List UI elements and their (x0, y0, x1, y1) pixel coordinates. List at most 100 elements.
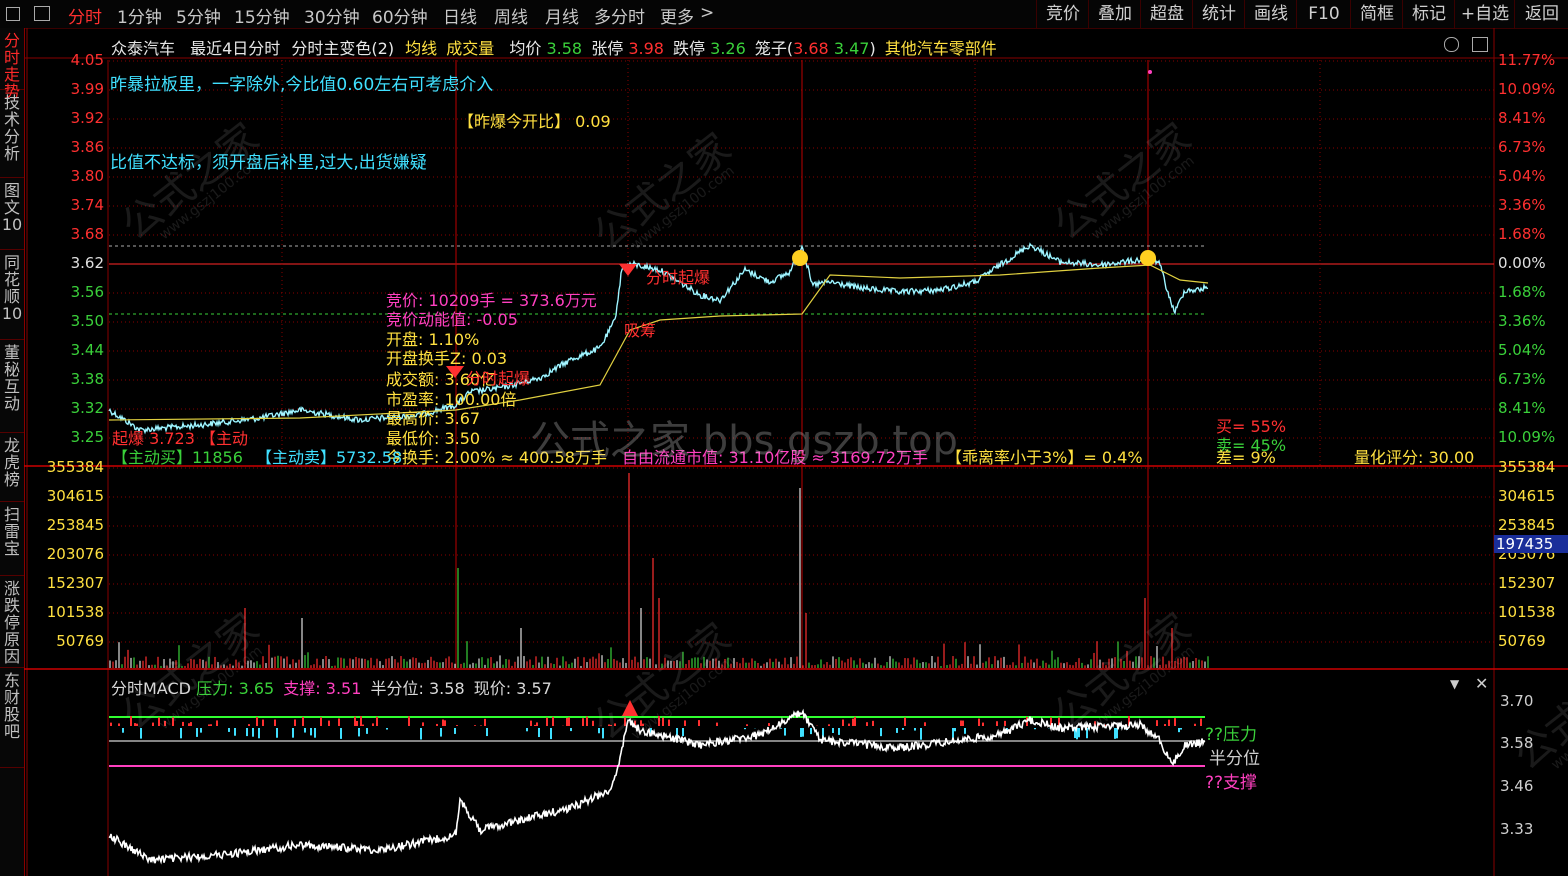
volume-tick-left: 50769 (56, 632, 104, 650)
sidebar-item-2[interactable]: 图文10 (0, 178, 24, 250)
toolbar-button-4[interactable]: 画线 (1244, 0, 1297, 28)
percent-tick-right: 3.36% (1498, 196, 1546, 214)
toolbar-button-0[interactable]: 竞价 (1036, 0, 1089, 28)
annotation-line-1: 昨暴拉板里，一字除外,今比值0.60左右可考虑介入 (110, 75, 494, 95)
dropdown-icon[interactable]: ▼ (1450, 677, 1459, 691)
sidebar-item-7[interactable]: 涨跌停原因 (0, 576, 24, 668)
ratio-value: 0.09 (575, 112, 611, 131)
tab-period-6[interactable]: 日线 (443, 3, 477, 28)
layout-toggle-icon[interactable] (6, 7, 20, 21)
limit-up-mark-2: 分时起爆 (646, 268, 711, 287)
header-row: 众泰汽车 最近4日分时 分时主变色(2) 均线 成交量 均价 3.58 张停 3… (111, 35, 997, 59)
window-icon[interactable] (34, 6, 50, 21)
macd-tick-right: 3.46 (1500, 777, 1534, 795)
toolbar-button-2[interactable]: 超盘 (1140, 0, 1193, 28)
sidebar-item-1[interactable]: 技术分析 (0, 90, 24, 178)
tab-period-2[interactable]: 5分钟 (176, 3, 221, 28)
more-chevron-icon[interactable]: > (700, 3, 714, 23)
price-tick-left: 3.99 (70, 80, 104, 98)
volume-tick-left: 101538 (46, 603, 104, 621)
volume-label: 成交量 (446, 39, 495, 58)
toolbar-button-7[interactable]: 标记 (1402, 0, 1455, 28)
tab-period-1[interactable]: 1分钟 (117, 3, 162, 28)
tag-support: ??支撑 (1205, 773, 1258, 793)
volume-tick-left: 355384 (46, 458, 104, 476)
support-label: 支撑: (283, 679, 321, 698)
score-row: 量化评分: 30.00 (1354, 444, 1474, 468)
cage-low: 3.47 (833, 39, 870, 58)
tag-pressure: ??压力 (1205, 725, 1258, 745)
diff-ratio: 差= 9% (1216, 448, 1276, 467)
percent-tick-right: 6.73% (1498, 370, 1546, 388)
percent-tick-right: 1.68% (1498, 283, 1546, 301)
pin-icon[interactable] (1444, 37, 1459, 52)
stock-name[interactable]: 众泰汽车 (111, 39, 175, 58)
price-tick-left: 3.74 (70, 196, 104, 214)
limit-down-value: 3.26 (710, 39, 746, 58)
toolbar-button-6[interactable]: 简框 (1350, 0, 1403, 28)
price-tick-left: 3.32 (70, 399, 104, 417)
volume-tick-right: 50769 (1498, 632, 1546, 650)
macd-tick-right: 3.70 (1500, 692, 1534, 710)
tag-half: 半分位 (1209, 749, 1260, 769)
sidebar-item-5[interactable]: 龙虎榜 (0, 433, 24, 502)
average-price-line (108, 264, 1209, 421)
volume-tick-left: 253845 (46, 516, 104, 534)
period-label: 最近4日分时 (190, 39, 281, 58)
sidebar-item-0[interactable]: 分时走势 (0, 28, 24, 100)
tab-period-3[interactable]: 15分钟 (234, 3, 290, 28)
tab-period-8[interactable]: 月线 (545, 3, 579, 28)
limit-up-value: 3.98 (628, 39, 664, 58)
tab-period-7[interactable]: 周线 (494, 3, 528, 28)
indicator-label[interactable]: 分时主变色(2) (291, 39, 394, 58)
current-volume-badge: 197435 (1494, 535, 1568, 553)
half-value: 3.58 (429, 679, 465, 698)
price-tick-left: 3.56 (70, 283, 104, 301)
deviation-info: 【乖离率小于3%】= 0.4% (946, 448, 1143, 467)
price-tick-left: 3.62 (70, 254, 104, 272)
sector-label[interactable]: 其他汽车零部件 (885, 39, 997, 58)
limit-up-mark-1: 分时起爆 (466, 369, 531, 388)
suck-mark: 吸筹 (624, 321, 657, 340)
smiley-marker (792, 250, 808, 266)
percent-tick-right: 0.00% (1498, 254, 1546, 272)
sidebar-item-3[interactable]: 同花顺10 (0, 250, 24, 340)
tab-period-5[interactable]: 60分钟 (372, 3, 428, 28)
toolbar-button-3[interactable]: 统计 (1192, 0, 1245, 28)
tab-period-9[interactable]: 多分时 (594, 3, 645, 28)
pressure-value: 3.65 (238, 679, 275, 698)
ratio-label: 【昨爆今开比】 (458, 112, 571, 131)
tab-period-10[interactable]: 更多 (660, 3, 694, 28)
percent-tick-right: 3.36% (1498, 312, 1546, 330)
score-label: 量化评分: (1354, 448, 1424, 467)
volume-tick-right: 101538 (1498, 603, 1556, 621)
toolbar-button-1[interactable]: 叠加 (1088, 0, 1141, 28)
tab-period-4[interactable]: 30分钟 (304, 3, 360, 28)
limit-up-label: 张停 (591, 39, 624, 58)
macd-tick-right: 3.33 (1500, 820, 1534, 838)
half-label: 半分位: (370, 679, 424, 698)
percent-tick-right: 8.41% (1498, 109, 1546, 127)
tab-intraday[interactable]: 分时 (68, 3, 102, 28)
maximize-icon[interactable] (1472, 37, 1488, 52)
toolbar-button-8[interactable]: +自选 (1454, 0, 1515, 28)
price-tick-left: 3.86 (70, 138, 104, 156)
cage-label: 笼子( (754, 39, 794, 58)
limit-up-marker (619, 264, 637, 276)
cage-close: ) (869, 39, 876, 58)
active-sell-info: 【主动卖】5732.58 (256, 448, 403, 467)
price-tick-left: 3.68 (70, 225, 104, 243)
left-sidebar: 分时走势 技术分析 图文10 同花顺10 董秘互动 龙虎榜 扫雷宝 涨跌停原因 东财股吧 (0, 28, 25, 876)
price-tick-left: 3.50 (70, 312, 104, 330)
smiley-marker (1140, 250, 1156, 266)
avg-price-value: 3.58 (546, 39, 583, 58)
avg-price-label: 均价 (509, 39, 542, 58)
sidebar-item-8[interactable]: 东财股吧 (0, 668, 24, 768)
close-icon[interactable]: ✕ (1475, 674, 1488, 693)
toolbar-button-9[interactable]: 返回 (1514, 0, 1568, 28)
support-value: 3.51 (325, 679, 362, 698)
sidebar-item-6[interactable]: 扫雷宝 (0, 502, 24, 576)
sidebar-item-4[interactable]: 董秘互动 (0, 340, 24, 433)
score-value: 30.00 (1428, 448, 1475, 467)
toolbar-button-5[interactable]: F10 (1296, 0, 1351, 28)
